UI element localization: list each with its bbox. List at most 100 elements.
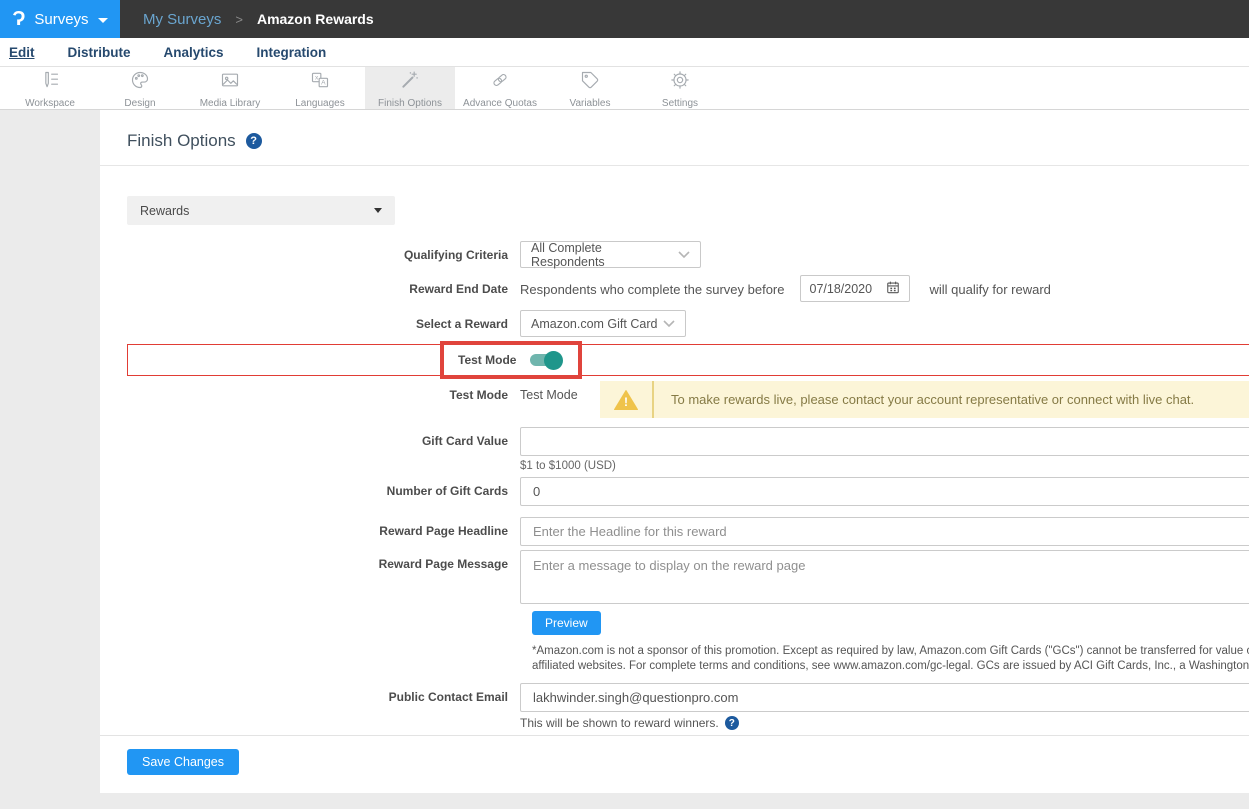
gift-card-value-label: Gift Card Value: [127, 427, 520, 448]
toolbar-item-advance-quotas[interactable]: Advance Quotas: [455, 67, 545, 109]
edit-toolbar: Workspace Design Media Library xA Langua…: [0, 67, 1249, 110]
surveys-menu[interactable]: Ɂ Surveys: [0, 0, 120, 38]
breadcrumb: My Surveys > Amazon Rewards: [143, 0, 374, 38]
reward-end-date-value: 07/18/2020: [810, 282, 873, 296]
questionpro-logo-icon: Ɂ: [12, 9, 25, 29]
toolbar-item-media-library[interactable]: Media Library: [185, 67, 275, 109]
toolbar-item-languages[interactable]: xA Languages: [275, 67, 365, 109]
product-name: Surveys: [34, 11, 88, 28]
translate-icon: xA: [310, 70, 330, 95]
preview-button[interactable]: Preview: [532, 611, 601, 635]
number-of-gift-cards-input[interactable]: [520, 477, 1249, 506]
reward-end-date-suffix: will qualify for reward: [930, 275, 1051, 297]
gift-card-value-input[interactable]: [520, 427, 1249, 456]
tag-icon: [580, 70, 600, 95]
gear-icon: [670, 70, 690, 95]
main-area: Finish Options ? Rewards Qualifying Crit…: [0, 110, 1249, 809]
tab-distribute[interactable]: Distribute: [68, 45, 131, 60]
rewards-form: Qualifying Criteria All Complete Respond…: [127, 241, 1249, 775]
calendar-icon[interactable]: [886, 280, 900, 297]
page-title: Finish Options: [127, 131, 236, 151]
toggle-thumb: [544, 351, 563, 370]
test-mode-toggle[interactable]: [530, 354, 560, 366]
image-icon: [220, 70, 240, 95]
toolbar-item-label: Workspace: [25, 98, 75, 109]
warning-banner: ! To make rewards live, please contact y…: [600, 381, 1249, 418]
primary-nav: Edit Distribute Analytics Integration: [0, 38, 1249, 67]
breadcrumb-current-survey: Amazon Rewards: [257, 11, 374, 27]
disclaimer-line-1: *Amazon.com is not a sponsor of this pro…: [532, 644, 1249, 659]
test-mode-toggle-row: Test Mode: [127, 341, 1249, 379]
reward-end-date-prefix: Respondents who complete the survey befo…: [520, 275, 785, 297]
toolbar-item-label: Media Library: [200, 98, 261, 109]
toolbar-item-finish-options[interactable]: Finish Options: [365, 67, 455, 109]
qualifying-criteria-select[interactable]: All Complete Respondents: [520, 241, 701, 268]
number-of-gift-cards-label: Number of Gift Cards: [127, 477, 520, 498]
qualifying-criteria-row: Qualifying Criteria All Complete Respond…: [127, 241, 1249, 268]
reward-end-date-label: Reward End Date: [127, 275, 520, 296]
svg-text:x: x: [315, 74, 319, 81]
select-reward-value: Amazon.com Gift Card: [531, 317, 657, 331]
amazon-disclaimer: *Amazon.com is not a sponsor of this pro…: [532, 644, 1249, 674]
toolbar-item-variables[interactable]: Variables: [545, 67, 635, 109]
toolbar-item-settings[interactable]: Settings: [635, 67, 725, 109]
bottom-divider: [100, 735, 1249, 736]
select-reward-select[interactable]: Amazon.com Gift Card: [520, 310, 686, 337]
toolbar-item-label: Finish Options: [378, 98, 442, 109]
public-contact-email-label: Public Contact Email: [127, 683, 520, 704]
toolbar-item-label: Design: [124, 98, 155, 109]
breadcrumb-separator: >: [235, 12, 243, 27]
top-bar: Ɂ Surveys My Surveys > Amazon Rewards: [0, 0, 1249, 38]
tab-edit[interactable]: Edit: [9, 45, 35, 60]
reward-page-message-row: Reward Page Message: [127, 550, 1249, 604]
disclaimer-line-2: affiliated websites. For complete terms …: [532, 659, 1249, 674]
reward-page-headline-label: Reward Page Headline: [127, 517, 520, 538]
reward-end-date-row: Reward End Date Respondents who complete…: [127, 275, 1249, 302]
test-mode-status-value: Test Mode: [520, 381, 600, 402]
tab-analytics[interactable]: Analytics: [164, 45, 224, 60]
test-mode-status-label: Test Mode: [127, 381, 520, 402]
palette-icon: [130, 70, 150, 95]
toolbar-item-label: Advance Quotas: [463, 98, 537, 109]
reward-page-message-label: Reward Page Message: [127, 550, 520, 571]
test-mode-toggle-label: Test Mode: [458, 353, 516, 367]
highlight-row-outline: [127, 344, 1249, 376]
select-reward-label: Select a Reward: [127, 310, 520, 331]
highlight-test-mode-box: Test Mode: [440, 341, 582, 379]
reward-page-message-input[interactable]: [520, 550, 1249, 604]
qualifying-criteria-value: All Complete Respondents: [531, 241, 678, 269]
qualifying-criteria-label: Qualifying Criteria: [127, 241, 520, 262]
caret-down-icon: [374, 208, 382, 213]
save-changes-button[interactable]: Save Changes: [127, 749, 239, 775]
toolbar-item-design[interactable]: Design: [95, 67, 185, 109]
breadcrumb-my-surveys[interactable]: My Surveys: [143, 11, 221, 28]
workspace-icon: [40, 70, 60, 95]
toolbar-item-label: Languages: [295, 98, 345, 109]
reward-page-headline-input[interactable]: [520, 517, 1249, 546]
gift-card-value-helper: $1 to $1000 (USD): [520, 460, 1249, 472]
gift-card-value-row: Gift Card Value $1 to $1000 (USD): [127, 427, 1249, 472]
select-reward-row: Select a Reward Amazon.com Gift Card: [127, 310, 1249, 337]
caret-down-icon: [98, 18, 108, 23]
reward-page-headline-row: Reward Page Headline: [127, 517, 1249, 546]
chevron-down-icon: [663, 317, 675, 331]
rewards-section-dropdown[interactable]: Rewards: [127, 196, 395, 225]
warning-triangle-icon: !: [600, 381, 652, 418]
svg-text:A: A: [321, 79, 326, 86]
finish-options-panel: Finish Options ? Rewards Qualifying Crit…: [100, 110, 1249, 793]
magic-wand-icon: [400, 70, 420, 95]
help-icon[interactable]: ?: [725, 716, 739, 730]
public-contact-email-input[interactable]: [520, 683, 1249, 712]
rewards-dropdown-value: Rewards: [140, 204, 189, 218]
tab-integration[interactable]: Integration: [257, 45, 327, 60]
svg-text:!: !: [624, 395, 628, 409]
title-divider: [100, 165, 1249, 166]
toolbar-item-label: Variables: [570, 98, 611, 109]
warning-message: To make rewards live, please contact you…: [654, 381, 1211, 418]
toolbar-item-workspace[interactable]: Workspace: [5, 67, 95, 109]
chain-links-icon: [490, 70, 510, 95]
test-mode-status-row: Test Mode Test Mode ! To make rewards li…: [127, 381, 1249, 418]
help-icon[interactable]: ?: [246, 133, 262, 149]
number-of-gift-cards-row: Number of Gift Cards: [127, 477, 1249, 506]
reward-end-date-input[interactable]: 07/18/2020: [800, 275, 910, 302]
